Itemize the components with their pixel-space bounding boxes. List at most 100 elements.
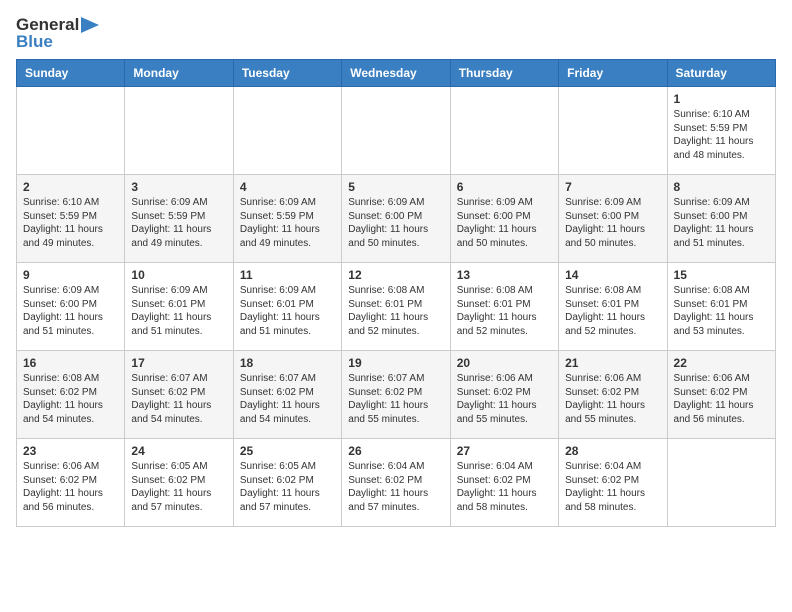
- calendar-cell: 10 Sunrise: 6:09 AM Sunset: 6:01 PM Dayli…: [125, 263, 233, 351]
- day-number: 7: [565, 180, 660, 194]
- calendar-cell: [450, 87, 558, 175]
- day-info: Sunrise: 6:04 AM Sunset: 6:02 PM Dayligh…: [565, 460, 660, 514]
- day-number: 10: [131, 268, 226, 282]
- day-number: 3: [131, 180, 226, 194]
- calendar-week-3: 9 Sunrise: 6:09 AM Sunset: 6:00 PM Daylig…: [17, 263, 776, 351]
- day-number: 6: [457, 180, 552, 194]
- day-number: 16: [23, 356, 118, 370]
- calendar-cell: 18 Sunrise: 6:07 AM Sunset: 6:02 PM Dayli…: [233, 351, 341, 439]
- day-info: Sunrise: 6:09 AM Sunset: 6:00 PM Dayligh…: [565, 196, 660, 250]
- calendar-cell: 2 Sunrise: 6:10 AM Sunset: 5:59 PM Daylig…: [17, 175, 125, 263]
- weekday-header-monday: Monday: [125, 60, 233, 87]
- weekday-header-sunday: Sunday: [17, 60, 125, 87]
- day-number: 26: [348, 444, 443, 458]
- weekday-header-wednesday: Wednesday: [342, 60, 450, 87]
- calendar-cell: 16 Sunrise: 6:08 AM Sunset: 6:02 PM Dayli…: [17, 351, 125, 439]
- day-number: 17: [131, 356, 226, 370]
- day-info: Sunrise: 6:09 AM Sunset: 6:01 PM Dayligh…: [131, 284, 226, 338]
- day-info: Sunrise: 6:10 AM Sunset: 5:59 PM Dayligh…: [23, 196, 118, 250]
- weekday-header-row: SundayMondayTuesdayWednesdayThursdayFrid…: [17, 60, 776, 87]
- day-number: 15: [674, 268, 769, 282]
- calendar-week-4: 16 Sunrise: 6:08 AM Sunset: 6:02 PM Dayli…: [17, 351, 776, 439]
- calendar-cell: 5 Sunrise: 6:09 AM Sunset: 6:00 PM Daylig…: [342, 175, 450, 263]
- calendar-cell: 26Sunrise: 6:04 AM Sunset: 6:02 PM Dayli…: [342, 439, 450, 527]
- calendar-cell: 20 Sunrise: 6:06 AM Sunset: 6:02 PM Dayli…: [450, 351, 558, 439]
- day-info: Sunrise: 6:07 AM Sunset: 6:02 PM Dayligh…: [240, 372, 335, 426]
- day-number: 5: [348, 180, 443, 194]
- day-number: 20: [457, 356, 552, 370]
- weekday-header-tuesday: Tuesday: [233, 60, 341, 87]
- day-info: Sunrise: 6:06 AM Sunset: 6:02 PM Dayligh…: [23, 460, 118, 514]
- calendar-cell: 25 Sunrise: 6:05 AM Sunset: 6:02 PM Dayli…: [233, 439, 341, 527]
- calendar-cell: 12 Sunrise: 6:08 AM Sunset: 6:01 PM Dayli…: [342, 263, 450, 351]
- day-number: 13: [457, 268, 552, 282]
- day-number: 8: [674, 180, 769, 194]
- day-number: 18: [240, 356, 335, 370]
- day-info: Sunrise: 6:10 AM Sunset: 5:59 PM Dayligh…: [674, 108, 769, 162]
- day-number: 1: [674, 92, 769, 106]
- page-header: General Blue: [16, 16, 776, 51]
- day-info: Sunrise: 6:05 AM Sunset: 6:02 PM Dayligh…: [131, 460, 226, 514]
- day-info: Sunrise: 6:09 AM Sunset: 6:00 PM Dayligh…: [23, 284, 118, 338]
- day-number: 9: [23, 268, 118, 282]
- calendar-cell: [342, 87, 450, 175]
- day-info: Sunrise: 6:07 AM Sunset: 6:02 PM Dayligh…: [348, 372, 443, 426]
- calendar-cell: 9 Sunrise: 6:09 AM Sunset: 6:00 PM Daylig…: [17, 263, 125, 351]
- day-info: Sunrise: 6:08 AM Sunset: 6:02 PM Dayligh…: [23, 372, 118, 426]
- day-info: Sunrise: 6:05 AM Sunset: 6:02 PM Dayligh…: [240, 460, 335, 514]
- day-info: Sunrise: 6:09 AM Sunset: 6:00 PM Dayligh…: [348, 196, 443, 250]
- day-number: 25: [240, 444, 335, 458]
- calendar-cell: [17, 87, 125, 175]
- day-info: Sunrise: 6:08 AM Sunset: 6:01 PM Dayligh…: [457, 284, 552, 338]
- day-number: 27: [457, 444, 552, 458]
- day-number: 19: [348, 356, 443, 370]
- calendar-week-2: 2 Sunrise: 6:10 AM Sunset: 5:59 PM Daylig…: [17, 175, 776, 263]
- calendar-cell: 21 Sunrise: 6:06 AM Sunset: 6:02 PM Dayli…: [559, 351, 667, 439]
- calendar-cell: [233, 87, 341, 175]
- day-number: 4: [240, 180, 335, 194]
- day-info: Sunrise: 6:06 AM Sunset: 6:02 PM Dayligh…: [565, 372, 660, 426]
- calendar-cell: 28 Sunrise: 6:04 AM Sunset: 6:02 PM Dayli…: [559, 439, 667, 527]
- calendar-cell: 23 Sunrise: 6:06 AM Sunset: 6:02 PM Dayli…: [17, 439, 125, 527]
- calendar-cell: [559, 87, 667, 175]
- day-info: Sunrise: 6:08 AM Sunset: 6:01 PM Dayligh…: [674, 284, 769, 338]
- calendar-week-1: 1 Sunrise: 6:10 AM Sunset: 5:59 PM Daylig…: [17, 87, 776, 175]
- logo-blue: Blue: [16, 33, 99, 52]
- calendar-cell: [667, 439, 775, 527]
- day-number: 2: [23, 180, 118, 194]
- day-number: 21: [565, 356, 660, 370]
- day-info: Sunrise: 6:08 AM Sunset: 6:01 PM Dayligh…: [565, 284, 660, 338]
- calendar-cell: 19 Sunrise: 6:07 AM Sunset: 6:02 PM Dayli…: [342, 351, 450, 439]
- day-info: Sunrise: 6:06 AM Sunset: 6:02 PM Dayligh…: [457, 372, 552, 426]
- day-info: Sunrise: 6:06 AM Sunset: 6:02 PM Dayligh…: [674, 372, 769, 426]
- day-info: Sunrise: 6:09 AM Sunset: 5:59 PM Dayligh…: [240, 196, 335, 250]
- calendar-cell: 11 Sunrise: 6:09 AM Sunset: 6:01 PM Dayli…: [233, 263, 341, 351]
- calendar-cell: 3 Sunrise: 6:09 AM Sunset: 5:59 PM Daylig…: [125, 175, 233, 263]
- day-info: Sunrise: 6:09 AM Sunset: 5:59 PM Dayligh…: [131, 196, 226, 250]
- day-number: 12: [348, 268, 443, 282]
- day-info: Sunrise: 6:08 AM Sunset: 6:01 PM Dayligh…: [348, 284, 443, 338]
- logo: General Blue: [16, 16, 99, 51]
- weekday-header-thursday: Thursday: [450, 60, 558, 87]
- logo-triangle-icon: [81, 17, 99, 33]
- calendar-table: SundayMondayTuesdayWednesdayThursdayFrid…: [16, 59, 776, 527]
- calendar-cell: [125, 87, 233, 175]
- day-number: 11: [240, 268, 335, 282]
- calendar-cell: 4 Sunrise: 6:09 AM Sunset: 5:59 PM Daylig…: [233, 175, 341, 263]
- calendar-cell: 24 Sunrise: 6:05 AM Sunset: 6:02 PM Dayli…: [125, 439, 233, 527]
- day-number: 14: [565, 268, 660, 282]
- day-number: 22: [674, 356, 769, 370]
- day-number: 24: [131, 444, 226, 458]
- calendar-cell: 7 Sunrise: 6:09 AM Sunset: 6:00 PM Daylig…: [559, 175, 667, 263]
- weekday-header-friday: Friday: [559, 60, 667, 87]
- calendar-cell: 14 Sunrise: 6:08 AM Sunset: 6:01 PM Dayli…: [559, 263, 667, 351]
- day-info: Sunrise: 6:04 AM Sunset: 6:02 PM Dayligh…: [457, 460, 552, 514]
- day-info: Sunrise: 6:09 AM Sunset: 6:00 PM Dayligh…: [457, 196, 552, 250]
- calendar-cell: 22 Sunrise: 6:06 AM Sunset: 6:02 PM Dayli…: [667, 351, 775, 439]
- day-number: 28: [565, 444, 660, 458]
- calendar-cell: 27 Sunrise: 6:04 AM Sunset: 6:02 PM Dayli…: [450, 439, 558, 527]
- day-number: 23: [23, 444, 118, 458]
- day-info: Sunrise: 6:09 AM Sunset: 6:01 PM Dayligh…: [240, 284, 335, 338]
- weekday-header-saturday: Saturday: [667, 60, 775, 87]
- day-info: Sunrise: 6:09 AM Sunset: 6:00 PM Dayligh…: [674, 196, 769, 250]
